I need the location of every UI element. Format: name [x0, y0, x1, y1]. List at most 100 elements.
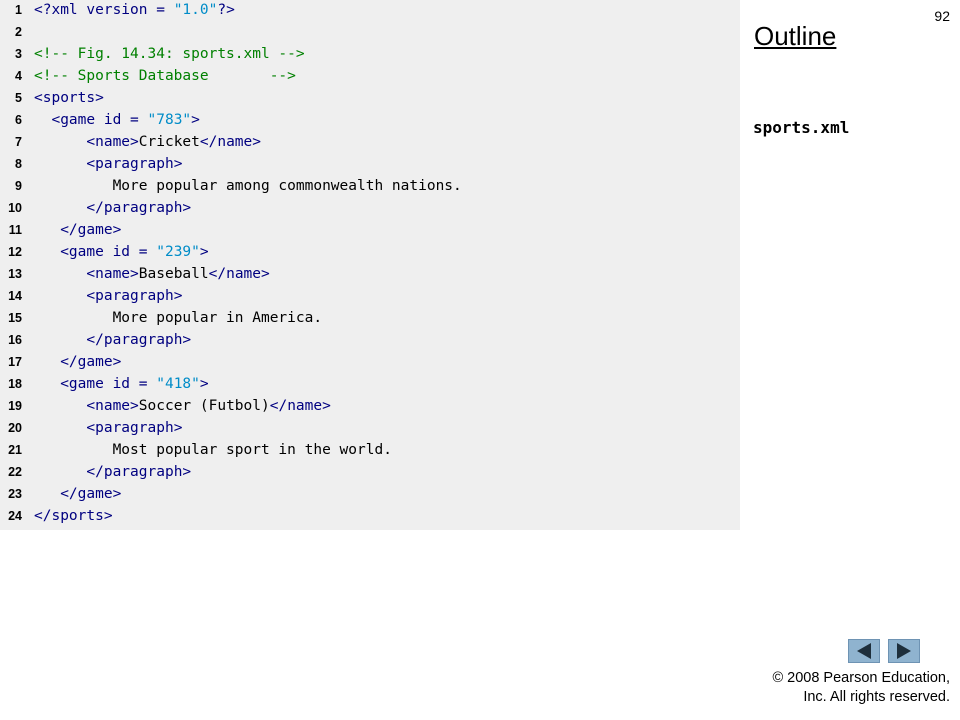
- line-number: 23: [8, 487, 22, 501]
- line-number: 21: [8, 443, 22, 457]
- copyright-notice: © 2008 Pearson Education, Inc. All right…: [730, 669, 950, 707]
- code-token: "239": [156, 244, 200, 260]
- code-listing: 1 <?xml version = "1.0"?> 2 3 <!-- Fig. 14.3…: [0, 0, 740, 530]
- code-token: </game>: [60, 354, 122, 370]
- code-line: 13 <name>Baseball</name>: [0, 263, 740, 285]
- line-number: 17: [8, 355, 22, 369]
- page-number: 92: [934, 8, 950, 24]
- code-line: 19 <name>Soccer (Futbol)</name>: [0, 395, 740, 417]
- code-token: </game>: [60, 222, 122, 238]
- line-number: 16: [8, 333, 22, 347]
- code-text: </game>: [34, 351, 121, 373]
- code-token: <name>: [86, 398, 139, 414]
- code-token: More popular in America.: [34, 310, 323, 326]
- line-number: 8: [15, 157, 22, 171]
- code-text: Most popular sport in the world.: [34, 439, 392, 461]
- code-token: ?>: [217, 2, 235, 18]
- code-token: <name>: [86, 134, 139, 150]
- copyright-line-1: © 2008 Pearson Education,: [772, 670, 950, 686]
- line-number: 24: [8, 509, 22, 523]
- code-token: </name>: [208, 266, 270, 282]
- code-text: </game>: [34, 483, 121, 505]
- code-token: <paragraph>: [86, 420, 183, 436]
- code-line: 3 <!-- Fig. 14.34: sports.xml -->: [0, 43, 740, 65]
- code-token: <sports>: [34, 90, 104, 106]
- code-text: <game id = "239">: [34, 241, 209, 263]
- code-line: 24 </sports>: [0, 505, 740, 527]
- file-name-label: sports.xml: [753, 118, 850, 137]
- code-text: <sports>: [34, 87, 104, 109]
- code-token: <?xml version =: [34, 2, 174, 18]
- outline-title: Outline: [754, 21, 837, 51]
- code-token: <game id =: [51, 112, 148, 128]
- code-token: </name>: [269, 398, 331, 414]
- code-token: Cricket: [138, 134, 200, 150]
- code-text: More popular in America.: [34, 307, 323, 329]
- line-number: 15: [8, 311, 22, 325]
- code-token: >: [199, 244, 209, 260]
- line-number: 3: [15, 47, 22, 61]
- code-token: </name>: [199, 134, 261, 150]
- code-token: </paragraph>: [86, 464, 192, 480]
- code-line: 11 </game>: [0, 219, 740, 241]
- line-number: 19: [8, 399, 22, 413]
- line-number: 7: [15, 135, 22, 149]
- code-line: 18 <game id = "418">: [0, 373, 740, 395]
- code-token: <name>: [86, 266, 139, 282]
- code-token: <!-- Sports Database -->: [34, 68, 296, 84]
- code-token: Soccer (Futbol): [138, 398, 270, 414]
- code-text: <game id = "418">: [34, 373, 208, 395]
- code-line: 21 Most popular sport in the world.: [0, 439, 740, 461]
- code-token: <paragraph>: [86, 288, 183, 304]
- code-token: </paragraph>: [86, 332, 192, 348]
- code-token: Baseball: [138, 266, 209, 282]
- code-line: 4 <!-- Sports Database -->: [0, 65, 740, 87]
- code-token: >: [191, 112, 200, 128]
- code-token: <!-- Fig. 14.34: sports.xml -->: [34, 46, 305, 62]
- code-text: <name>Soccer (Futbol)</name>: [34, 395, 331, 417]
- next-slide-button[interactable]: [888, 639, 920, 663]
- code-line: 8 <paragraph>: [0, 153, 740, 175]
- code-text: </sports>: [34, 505, 113, 527]
- line-number: 20: [8, 421, 22, 435]
- line-number: 5: [15, 91, 22, 105]
- code-line: 6 <game id = "783">: [0, 109, 740, 131]
- line-number: 6: [15, 113, 22, 127]
- line-number: 18: [8, 377, 22, 391]
- code-text: <name>Cricket</name>: [34, 131, 261, 153]
- code-text: <!-- Sports Database -->: [34, 65, 296, 87]
- code-text: <paragraph>: [34, 417, 182, 439]
- code-line: 10 </paragraph>: [0, 197, 740, 219]
- code-token: "418": [156, 376, 200, 392]
- code-text: </paragraph>: [34, 329, 191, 351]
- code-token: </paragraph>: [86, 200, 192, 216]
- code-token: <game id =: [60, 376, 157, 392]
- line-number: 22: [8, 465, 22, 479]
- code-token: </sports>: [34, 508, 113, 524]
- code-token: <game id =: [60, 244, 157, 260]
- code-text: <paragraph>: [34, 285, 182, 307]
- code-line: 16 </paragraph>: [0, 329, 740, 351]
- previous-slide-button[interactable]: [848, 639, 880, 663]
- code-line: 12 <game id = "239">: [0, 241, 740, 263]
- triangle-left-icon: [857, 643, 871, 659]
- code-line: 2: [0, 21, 740, 43]
- code-line: 20 <paragraph>: [0, 417, 740, 439]
- line-number: 11: [8, 223, 22, 237]
- code-line: 17 </game>: [0, 351, 740, 373]
- code-line: 22 </paragraph>: [0, 461, 740, 483]
- code-text: <!-- Fig. 14.34: sports.xml -->: [34, 43, 305, 65]
- code-text: <?xml version = "1.0"?>: [34, 0, 235, 21]
- line-number: 10: [8, 201, 22, 215]
